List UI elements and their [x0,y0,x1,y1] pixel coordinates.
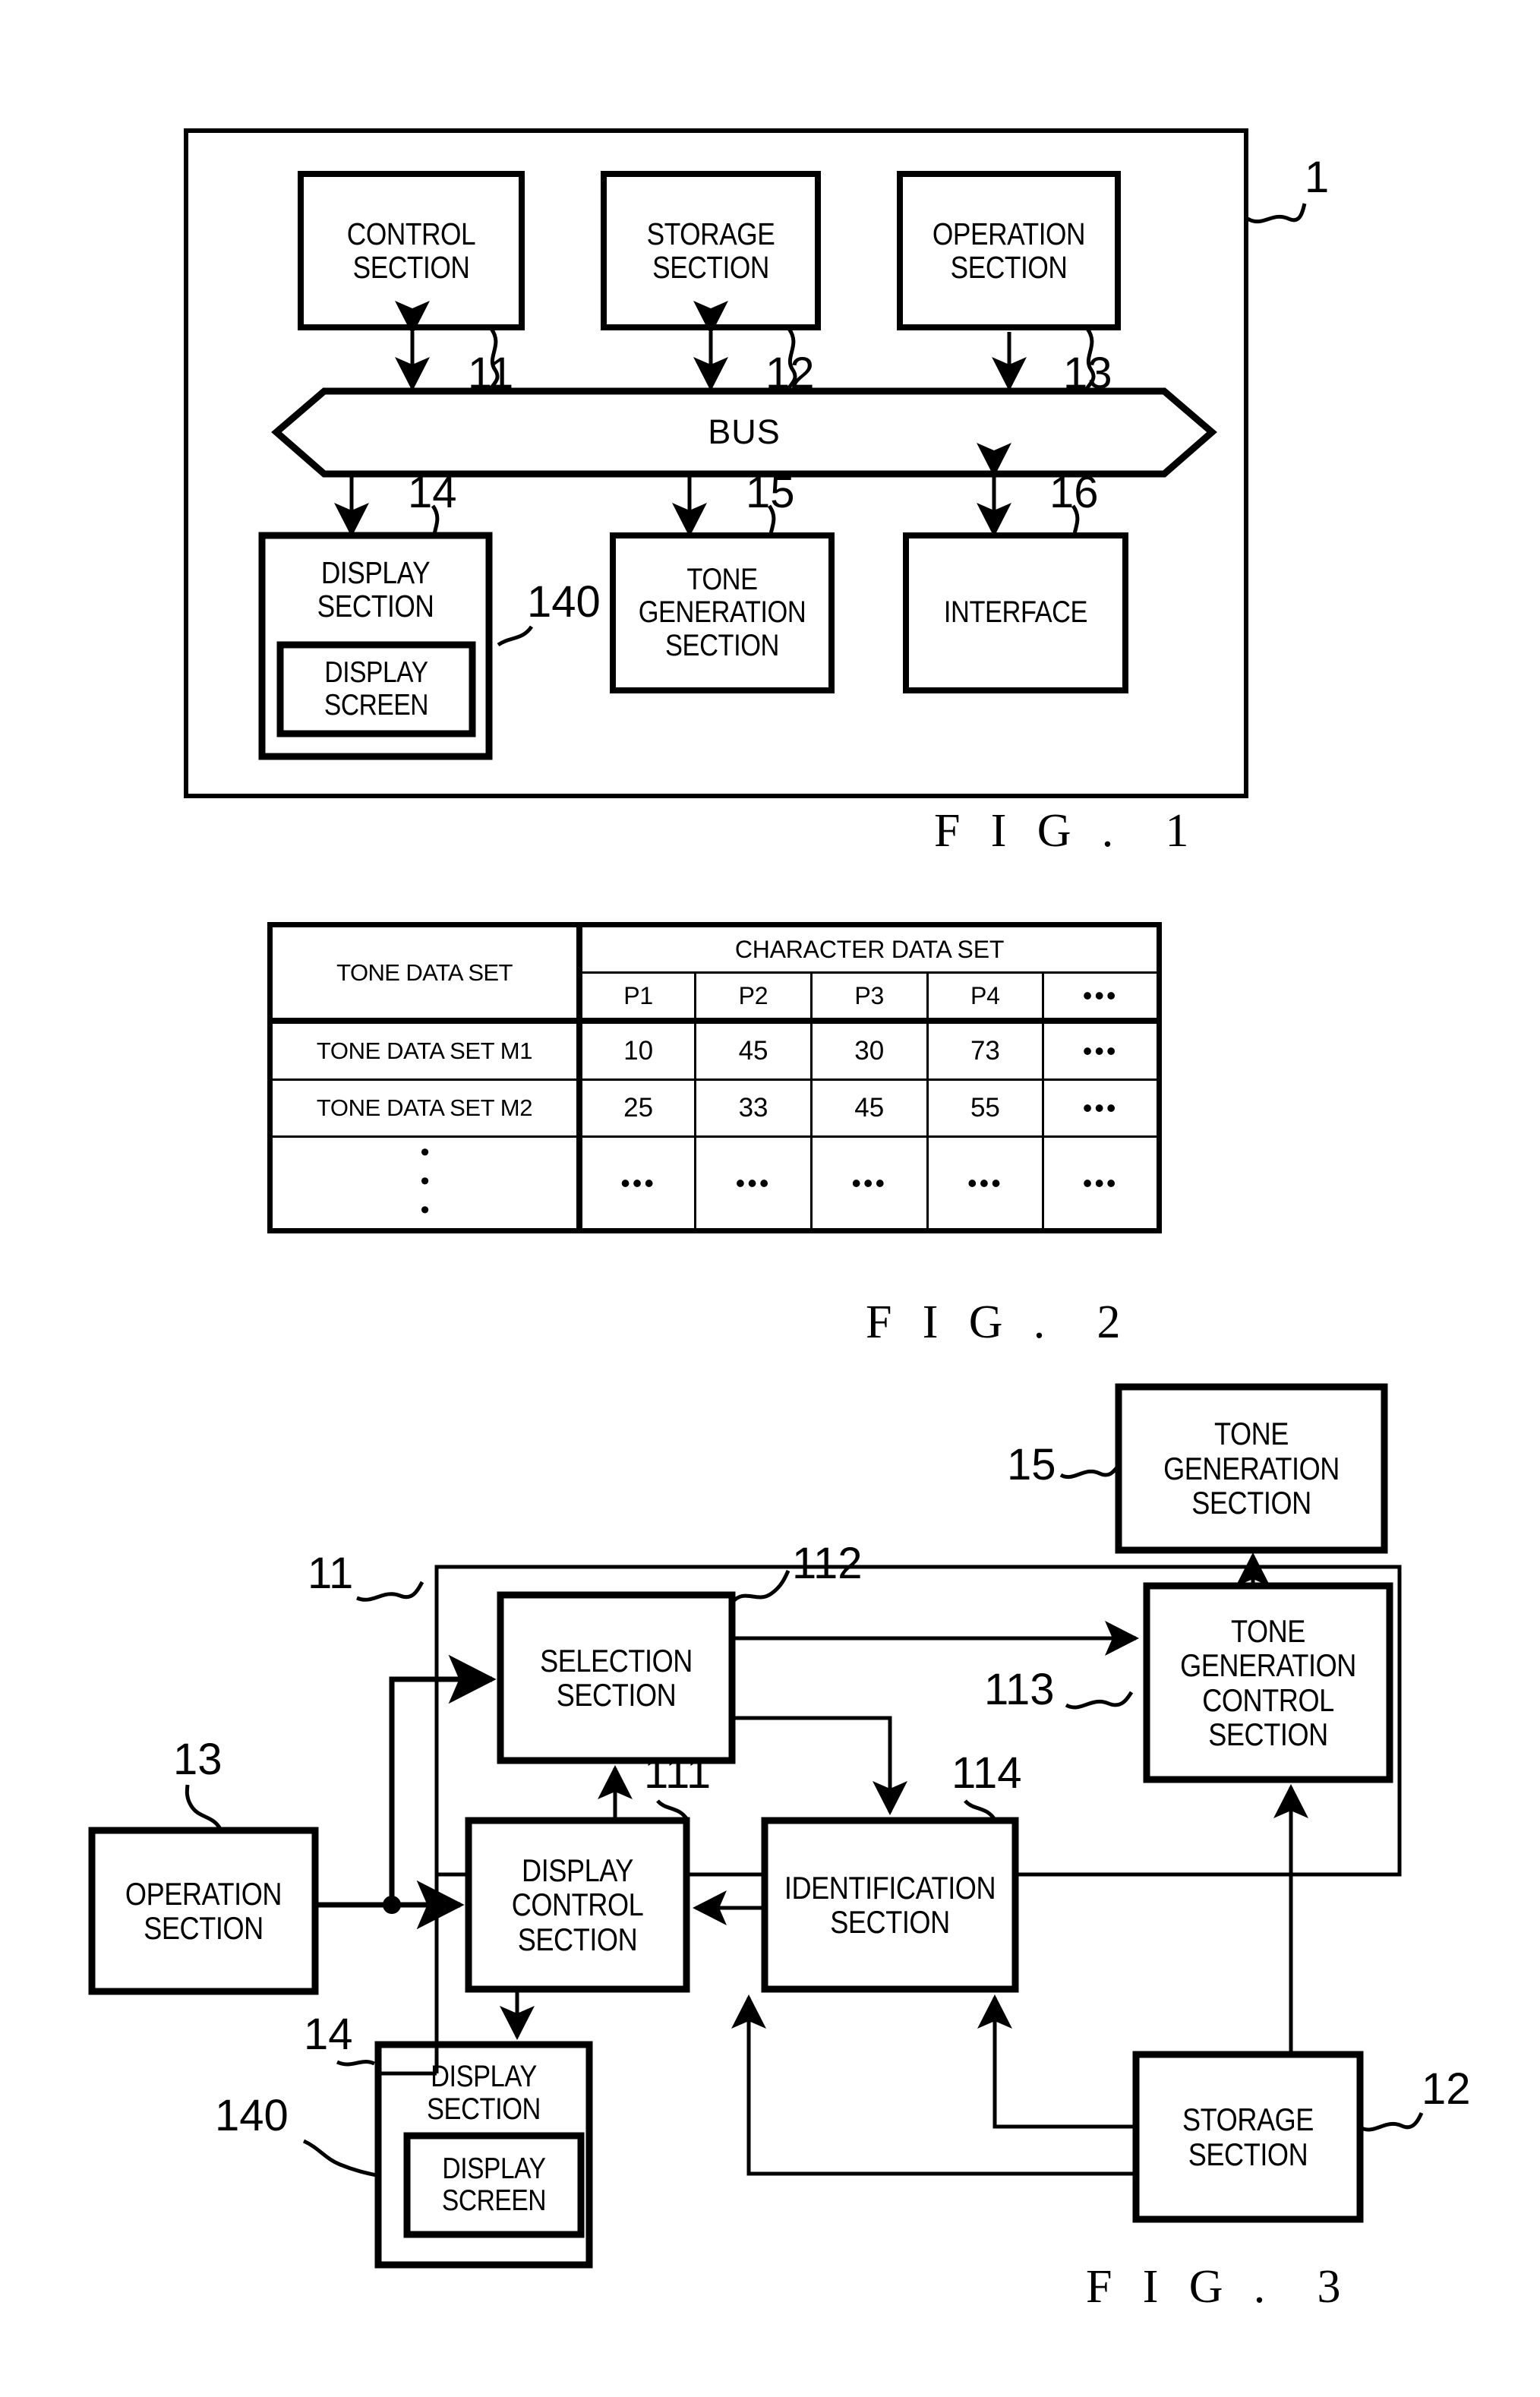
fig1-tone-generation-section-box [610,532,835,693]
table-header-row-1: TONE DATA SET CHARACTER DATA SET [267,922,1162,1022]
table-cell-m2-p2: 33 [694,1078,813,1138]
fig3-refnum-14: 14 [304,2010,353,2059]
fig1-group [184,128,1307,798]
fig3-refnum-12: 12 [1422,2064,1471,2114]
fig1-caption: F I G . 1 [934,805,1198,857]
table-row: TONE DATA SET M2 25 33 45 55 ••• [267,1078,1162,1138]
fig3-link-selection-to-identification [732,1716,907,1816]
fig3-refnum-140: 140 [215,2091,289,2140]
patent-drawing-sheet: CONTROL SECTION STORAGE SECTION OPERATIO… [0,0,1540,2397]
table-cell-m2-p3: 45 [809,1078,929,1138]
table-row-label-ellipsis: ••• [267,1135,581,1233]
table-row-label-m2: TONE DATA SET M2 [267,1078,581,1138]
fig3-display-screen-box [403,2132,585,2238]
fig3-refnum-113: 113 [984,1665,1055,1714]
fig3-leader-12 [1359,2111,1424,2132]
table-cell-m2-ellipsis: ••• [1042,1078,1162,1138]
table-cell-m2-p4: 55 [926,1078,1045,1138]
fig3-link-storage-to-identification [977,1994,1136,2129]
table-cell-m1-p2: 45 [694,1018,813,1081]
fig3-selection-section-box [497,1591,736,1764]
fig3-leader-113 [1065,1691,1134,1710]
fig3-tone-generation-section-box [1115,1383,1388,1554]
table-cell-m1-p4: 73 [926,1018,1045,1081]
fig3-leader-15 [1059,1464,1120,1480]
fig2-tone-data-table: TONE DATA SET CHARACTER DATA SET P1 P2 P… [267,922,1162,1233]
table-cell-m1-p3: 30 [809,1018,929,1081]
table-row-label-m1: TONE DATA SET M1 [267,1018,581,1081]
fig3-refnum-13: 13 [173,1735,222,1784]
fig3-display-control-section-box [465,1817,690,1993]
fig3-storage-section-box [1132,2051,1364,2223]
table-cell-ell-ellipsis: ••• [1042,1135,1162,1233]
fig1-refnum-16: 16 [1049,468,1099,517]
fig1-leader-1 [1246,203,1307,224]
table-col-header-ellipsis: ••• [1042,971,1162,1022]
table-row: TONE DATA SET M1 10 45 30 73 ••• [267,1018,1162,1081]
fig3-caption: F I G . 3 [1086,2261,1350,2313]
fig2-caption: F I G . 2 [866,1296,1130,1348]
fig3-leader-112 [731,1569,791,1604]
fig3-leader-14 [336,2060,375,2067]
fig3-leader-13 [185,1784,222,1830]
fig3-group [88,1383,1424,2269]
fig1-refnum-140: 140 [527,577,601,627]
table-cell-m1-p1: 10 [576,1018,697,1081]
fig3-refnum-114: 114 [951,1748,1022,1798]
table-cell-ell-p2: ••• [694,1135,813,1233]
fig1-refnum-12: 12 [765,349,815,398]
fig3-tone-generation-control-section-box [1143,1582,1393,1783]
table-cell-ell-p1: ••• [576,1135,697,1233]
fig1-refnum-11: 11 [468,349,514,398]
table-corner-header: TONE DATA SET [267,922,581,1022]
fig1-interface-box [903,532,1128,693]
fig3-refnum-112: 112 [792,1539,863,1588]
table-row: ••• ••• ••• ••• ••• ••• [267,1135,1162,1233]
fig3-leader-11 [356,1581,424,1602]
table-cell-m1-ellipsis: ••• [1042,1018,1162,1081]
fig1-refnum-15: 15 [746,468,795,517]
fig1-refnum-13: 13 [1063,349,1112,398]
fig3-refnum-15: 15 [1007,1440,1056,1489]
fig1-display-screen-box [276,641,476,737]
fig3-leader-111 [656,1799,690,1821]
table-group-header: CHARACTER DATA SET [576,922,1162,974]
fig1-operation-section-box [897,171,1121,330]
fig3-refnum-111: 111 [644,1748,712,1798]
fig1-control-section-box [298,171,525,330]
fig1-refnum-1: 1 [1305,153,1330,202]
fig3-leader-140 [302,2139,380,2178]
fig3-operation-section-box [88,1827,319,1995]
fig3-link-storage-to-displayctrl [731,1994,1136,2176]
table-cell-m2-p1: 25 [576,1078,697,1138]
table-cell-ell-p3: ••• [809,1135,929,1233]
table-col-header-p3: P3 [809,971,929,1022]
fig1-leader-140 [497,625,534,647]
fig3-identification-section-box [761,1817,1019,1993]
table-vertical-ellipsis: ••• [410,1138,440,1224]
fig3-refnum-11: 11 [308,1549,354,1598]
table-cell-ell-p4: ••• [926,1135,1045,1233]
table-col-header-p1: P1 [576,971,697,1022]
fig1-storage-section-box [601,171,821,330]
fig1-refnum-14: 14 [408,468,457,517]
fig3-leader-114 [964,1799,997,1821]
table-col-header-p4: P4 [926,971,1045,1022]
fig1-bus-shape [271,387,1217,478]
table-col-header-p2: P2 [694,971,813,1022]
